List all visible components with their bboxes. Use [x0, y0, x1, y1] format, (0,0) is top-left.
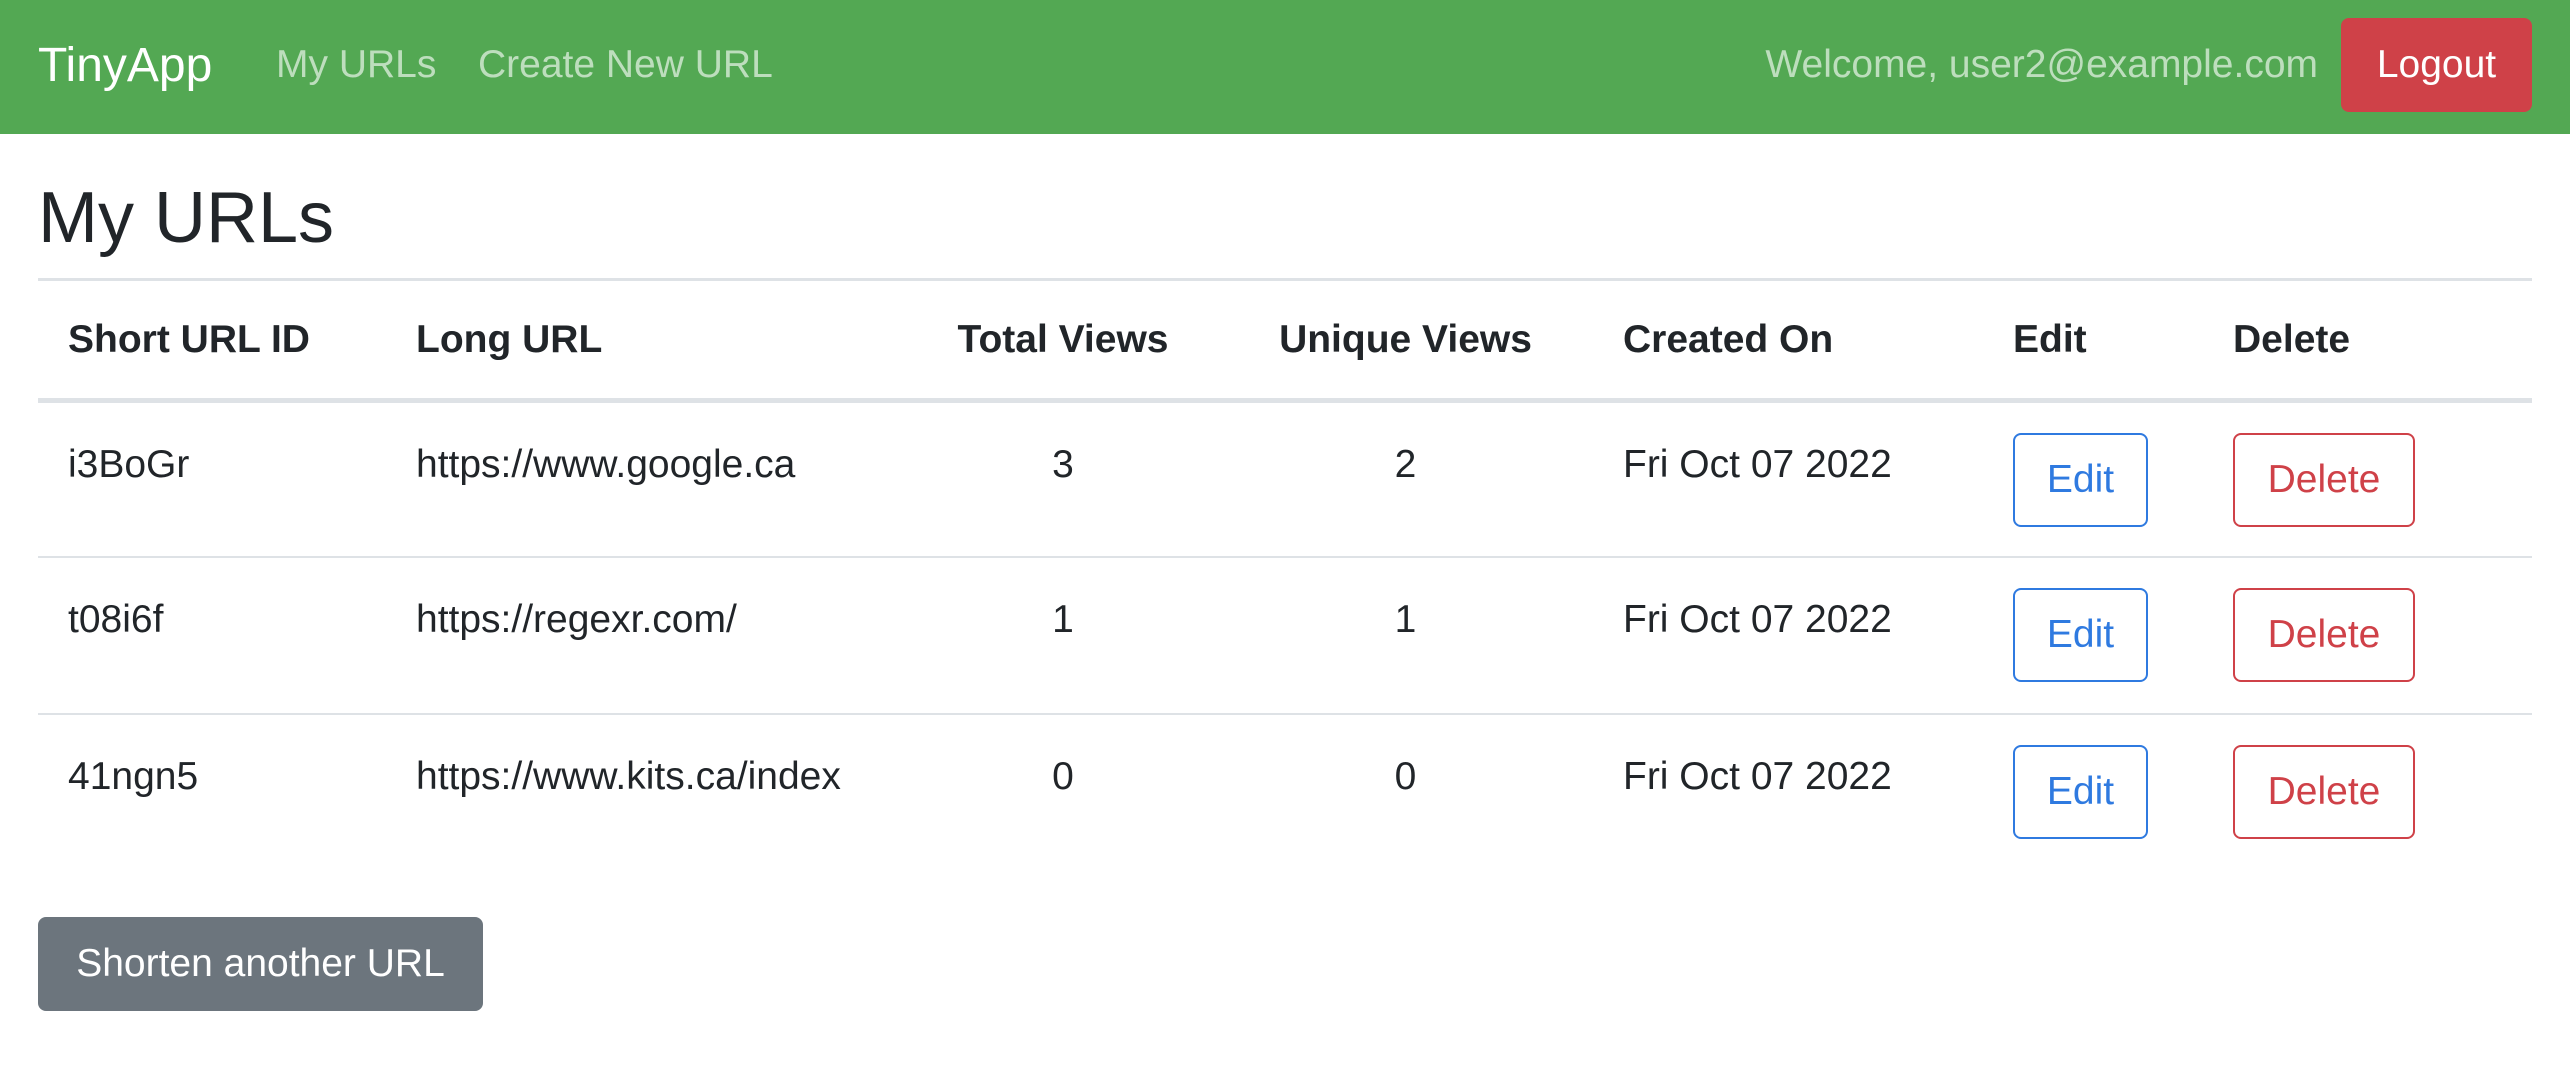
unique-views: 2 [1218, 400, 1593, 558]
created-on: Fri Oct 07 2022 [1593, 400, 1983, 558]
header-total-views: Total Views [908, 282, 1218, 403]
edit-cell: Edit [1983, 714, 2203, 871]
long-url: https://www.kits.ca/index [416, 755, 841, 798]
table-row: t08i6f https://regexr.com/ 1 1 Fri Oct 0… [38, 557, 2532, 715]
long-url: https://www.google.ca [386, 400, 908, 558]
edit-button[interactable]: Edit [2013, 432, 2148, 527]
edit-cell: Edit [1983, 400, 2203, 558]
edit-cell: Edit [1983, 557, 2203, 715]
delete-cell: Delete [2203, 557, 2532, 715]
header-short-url-id: Short URL ID [38, 282, 386, 403]
header-long-url: Long URL [386, 282, 908, 403]
shorten-another-url-button[interactable]: Shorten another URL [38, 917, 483, 1011]
delete-button[interactable]: Delete [2233, 432, 2415, 527]
navbar: TinyApp My URLs Create New URL Welcome, … [0, 0, 2570, 134]
header-unique-views: Unique Views [1218, 282, 1593, 403]
short-url-id: 41ngn5 [68, 755, 199, 798]
total-views: 3 [908, 400, 1218, 558]
created-on: Fri Oct 07 2022 [1593, 557, 1983, 715]
urls-table: Short URL ID Long URL Total Views Unique… [38, 282, 2532, 871]
page-title: My URLs [38, 178, 335, 258]
header-edit: Edit [1983, 282, 2203, 403]
nav-link-create-new-url[interactable]: Create New URL [478, 40, 773, 90]
brand-logo[interactable]: TinyApp [38, 36, 212, 96]
delete-cell: Delete [2203, 714, 2532, 871]
long-url: https://regexr.com/ [386, 557, 908, 715]
unique-views: 0 [1394, 755, 1417, 798]
header-created-on: Created On [1593, 282, 1983, 403]
delete-button[interactable]: Delete [2233, 588, 2415, 682]
welcome-message: Welcome, user2@example.com [1765, 43, 2318, 86]
delete-cell: Delete [2203, 400, 2532, 558]
header-delete: Delete [2203, 282, 2532, 403]
table-row: i3BoGr https://www.google.ca 3 2 Fri Oct… [38, 400, 2532, 558]
short-url-id: i3BoGr [38, 400, 386, 558]
nav-link-my-urls[interactable]: My URLs [276, 40, 436, 90]
delete-button[interactable]: Delete [2233, 745, 2415, 839]
created-on: Fri Oct 07 2022 [1623, 755, 1892, 798]
total-views: 1 [908, 557, 1218, 715]
edit-button[interactable]: Edit [2013, 745, 2148, 839]
title-divider [38, 278, 2532, 281]
logout-button[interactable]: Logout [2341, 18, 2532, 112]
table-row: 41ngn5 https://www.kits.ca/index 0 0 Fri… [38, 714, 2532, 871]
table-header-row: Short URL ID Long URL Total Views Unique… [38, 282, 2532, 403]
edit-button[interactable]: Edit [2013, 588, 2148, 682]
short-url-id: t08i6f [38, 557, 386, 715]
total-views: 0 [1052, 755, 1074, 798]
unique-views: 1 [1218, 557, 1593, 715]
